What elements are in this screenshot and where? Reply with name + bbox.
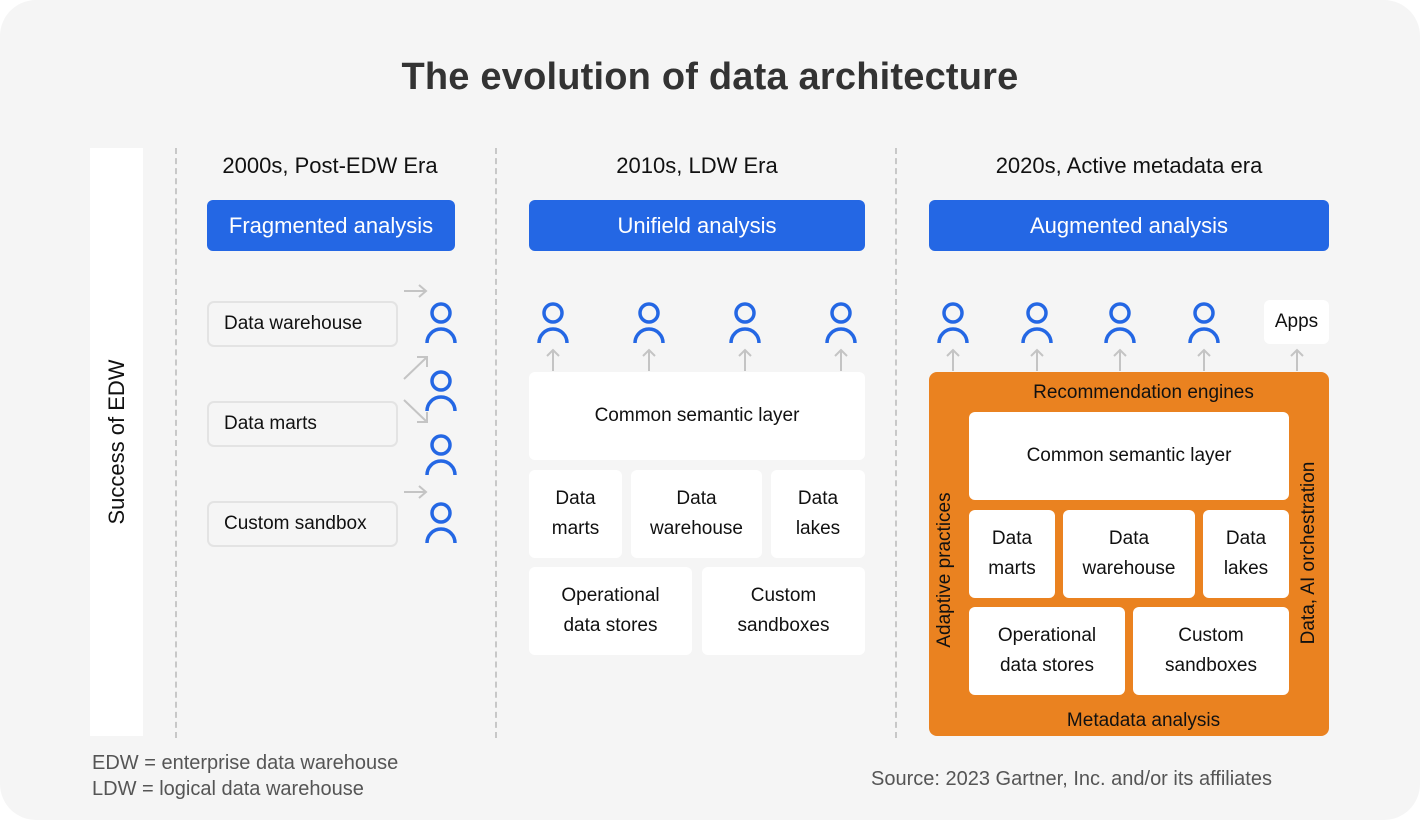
ldw-common-semantic-layer: Common semantic layer <box>529 372 865 460</box>
user-icon <box>825 302 857 344</box>
edw-success-label: Success of EDW <box>104 359 129 525</box>
ldw-data-marts: Data marts <box>529 470 622 558</box>
era-2-banner: Unifield analysis <box>529 200 865 251</box>
arrow-up-icon <box>1113 348 1127 371</box>
arrow-up-icon <box>642 348 656 371</box>
user-icon <box>729 302 761 344</box>
user-icon <box>633 302 665 344</box>
data-ai-orchestration-label: Data, AI orchestration <box>1298 461 1319 645</box>
apps-box: Apps <box>1264 300 1329 344</box>
adaptive-practices-label: Adaptive practices <box>934 492 955 648</box>
era-2-title: 2010s, LDW Era <box>616 153 778 178</box>
arrow-up-icon <box>1030 348 1044 371</box>
source-custom-sandbox: Custom sandbox <box>207 501 398 547</box>
era-1-title: 2000s, Post-EDW Era <box>222 153 438 178</box>
era-1-banner: Fragmented analysis <box>207 200 455 251</box>
user-icon <box>537 302 569 344</box>
diagram-title: The evolution of data architecture <box>401 56 1019 98</box>
footnote-ldw: LDW = logical data warehouse <box>92 778 364 800</box>
adw-common-semantic-layer: Common semantic layer <box>969 412 1289 500</box>
source-data-warehouse: Data warehouse <box>207 301 398 347</box>
ldw-data-lakes: Data lakes <box>771 470 865 558</box>
era-3-banner: Augmented analysis <box>929 200 1329 251</box>
metadata-analysis-label: Metadata analysis <box>1066 710 1221 731</box>
divider-1 <box>175 148 177 738</box>
arrow-up-icon <box>738 348 752 371</box>
diagram-card: The evolution of data architecture Succe… <box>0 0 1420 820</box>
user-icon <box>1021 302 1053 344</box>
footnote-edw: EDW = enterprise data warehouse <box>92 752 399 774</box>
user-icon <box>425 502 457 544</box>
user-icon <box>1104 302 1136 344</box>
arrow-right-icon <box>404 485 428 499</box>
divider-2 <box>495 148 497 738</box>
ldw-data-warehouse: Data warehouse <box>631 470 762 558</box>
arrow-up-icon <box>1197 348 1211 371</box>
adw-data-marts: Data marts <box>969 510 1055 598</box>
adw-custom-sandboxes: Custom sandboxes <box>1133 607 1289 695</box>
adw-data-warehouse: Data warehouse <box>1063 510 1195 598</box>
era-3-title: 2020s, Active metadata era <box>995 153 1263 178</box>
ldw-custom-sandboxes: Custom sandboxes <box>702 567 865 655</box>
ldw-operational-data-stores: Operational data stores <box>529 567 692 655</box>
arrow-up-icon <box>546 348 560 371</box>
arrow-right-icon <box>404 284 428 298</box>
source-note: Source: 2023 Gartner, Inc. and/or its af… <box>871 768 1272 790</box>
user-icon <box>425 434 457 476</box>
arrow-up-icon <box>834 348 848 371</box>
adw-operational-data-stores: Operational data stores <box>969 607 1125 695</box>
arrow-up-icon <box>946 348 960 371</box>
user-icon <box>425 302 457 344</box>
recommendation-engines-label: Recommendation engines <box>1033 382 1254 403</box>
user-icon <box>425 370 457 412</box>
user-icon <box>937 302 969 344</box>
arrow-up-icon <box>1290 348 1304 371</box>
user-icon <box>1188 302 1220 344</box>
source-data-marts: Data marts <box>207 401 398 447</box>
adw-data-lakes: Data lakes <box>1203 510 1289 598</box>
divider-3 <box>895 148 897 738</box>
